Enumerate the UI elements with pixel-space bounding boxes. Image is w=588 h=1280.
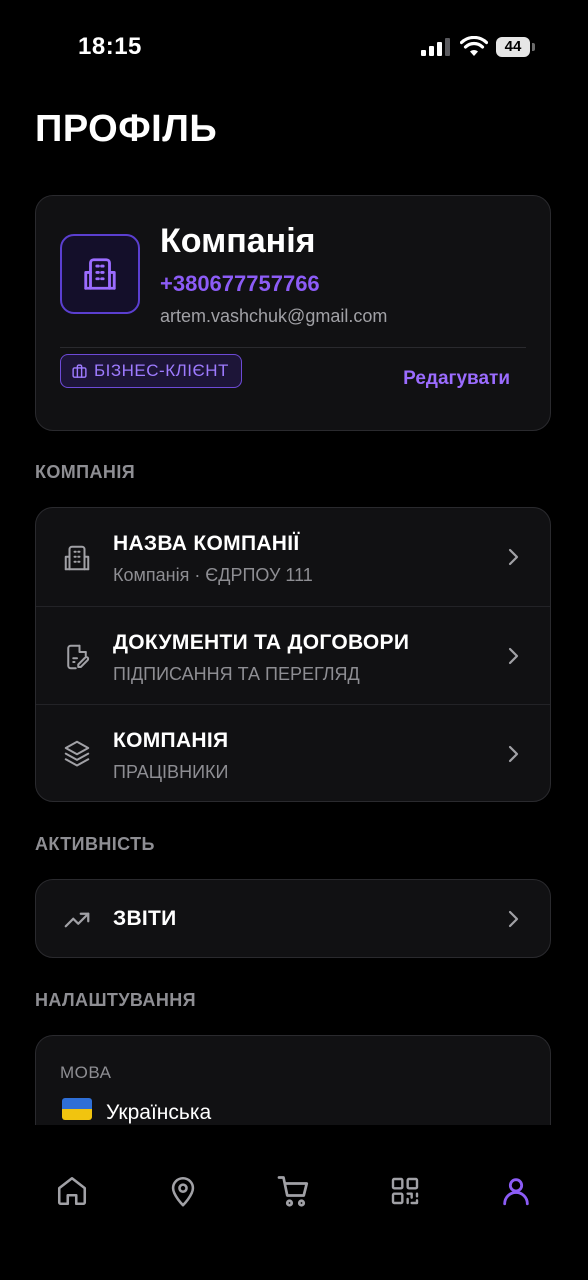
wifi-icon	[460, 36, 488, 56]
badge-label: БІЗНЕС-КЛІЄНТ	[94, 361, 229, 380]
cart-icon	[277, 1176, 309, 1207]
activity-list: ЗВІТИ	[35, 879, 551, 958]
chevron-right-icon	[508, 910, 519, 928]
trending-up-icon	[64, 912, 90, 928]
list-item-subtitle: ПІДПИСАННЯ ТА ПЕРЕГЛЯД	[113, 664, 360, 684]
user-icon	[503, 1178, 529, 1206]
qr-code-icon	[391, 1177, 419, 1205]
location-pin-icon	[171, 1176, 195, 1207]
ukraine-flag-icon	[62, 1098, 92, 1120]
tab-home[interactable]	[52, 1171, 92, 1211]
section-label-company: КОМПАНІЯ	[35, 462, 136, 482]
battery-cap	[532, 43, 535, 51]
tab-cart[interactable]	[274, 1171, 314, 1211]
section-label-settings: НАЛАШТУВАННЯ	[35, 990, 196, 1010]
profile-name: Компанія	[160, 222, 316, 260]
section-label-activity: АКТИВНІСТЬ	[35, 834, 155, 854]
status-time: 18:15	[78, 33, 142, 60]
language-selector[interactable]: Українська	[106, 1101, 211, 1125]
company-list: НАЗВА КОМПАНІЇ Компанія · ЄДРПОУ 111 ДОК…	[35, 507, 551, 802]
briefcase-icon	[72, 363, 87, 378]
tab-map[interactable]	[163, 1171, 203, 1211]
building-icon	[84, 258, 116, 290]
chevron-right-icon	[508, 647, 519, 665]
building-icon	[64, 545, 90, 571]
home-icon	[57, 1176, 87, 1206]
profile-email: artem.vashchuk@gmail.com	[160, 306, 388, 326]
list-item-documents[interactable]: ДОКУМЕНТИ ТА ДОГОВОРИ ПІДПИСАННЯ ТА ПЕРЕ…	[36, 606, 550, 705]
list-item-reports[interactable]: ЗВІТИ	[36, 880, 550, 959]
edit-profile-button[interactable]: Редагувати	[403, 368, 510, 390]
page-title: ПРОФІЛЬ	[35, 108, 218, 150]
language-label: МОВА	[60, 1063, 112, 1082]
list-item-title: ДОКУМЕНТИ ТА ДОГОВОРИ	[113, 631, 410, 654]
list-item-subtitle: Компанія · ЄДРПОУ 111	[113, 565, 313, 585]
cellular-signal-icon	[421, 38, 450, 56]
list-item-company-name[interactable]: НАЗВА КОМПАНІЇ Компанія · ЄДРПОУ 111	[36, 508, 550, 606]
list-item-subtitle: ПРАЦІВНИКИ	[113, 762, 229, 782]
list-item-title: КОМПАНІЯ	[113, 729, 229, 752]
chevron-right-icon	[508, 745, 519, 763]
company-avatar	[60, 234, 140, 314]
status-bar: 18:15 44	[0, 0, 588, 95]
battery-indicator: 44	[496, 37, 530, 57]
list-item-title: ЗВІТИ	[113, 907, 177, 930]
document-edit-icon	[67, 644, 90, 670]
divider	[60, 347, 526, 348]
tab-qr[interactable]	[385, 1171, 425, 1211]
chevron-right-icon	[508, 548, 519, 566]
layers-icon	[64, 740, 90, 767]
business-client-badge: БІЗНЕС-КЛІЄНТ	[60, 354, 242, 388]
list-item-employees[interactable]: КОМПАНІЯ ПРАЦІВНИКИ	[36, 704, 550, 803]
list-item-title: НАЗВА КОМПАНІЇ	[113, 532, 300, 555]
profile-card: Компанія +380677757766 artem.vashchuk@gm…	[35, 195, 551, 431]
tab-profile[interactable]	[496, 1171, 536, 1211]
profile-phone: +380677757766	[160, 271, 320, 296]
tab-bar	[0, 1125, 588, 1280]
